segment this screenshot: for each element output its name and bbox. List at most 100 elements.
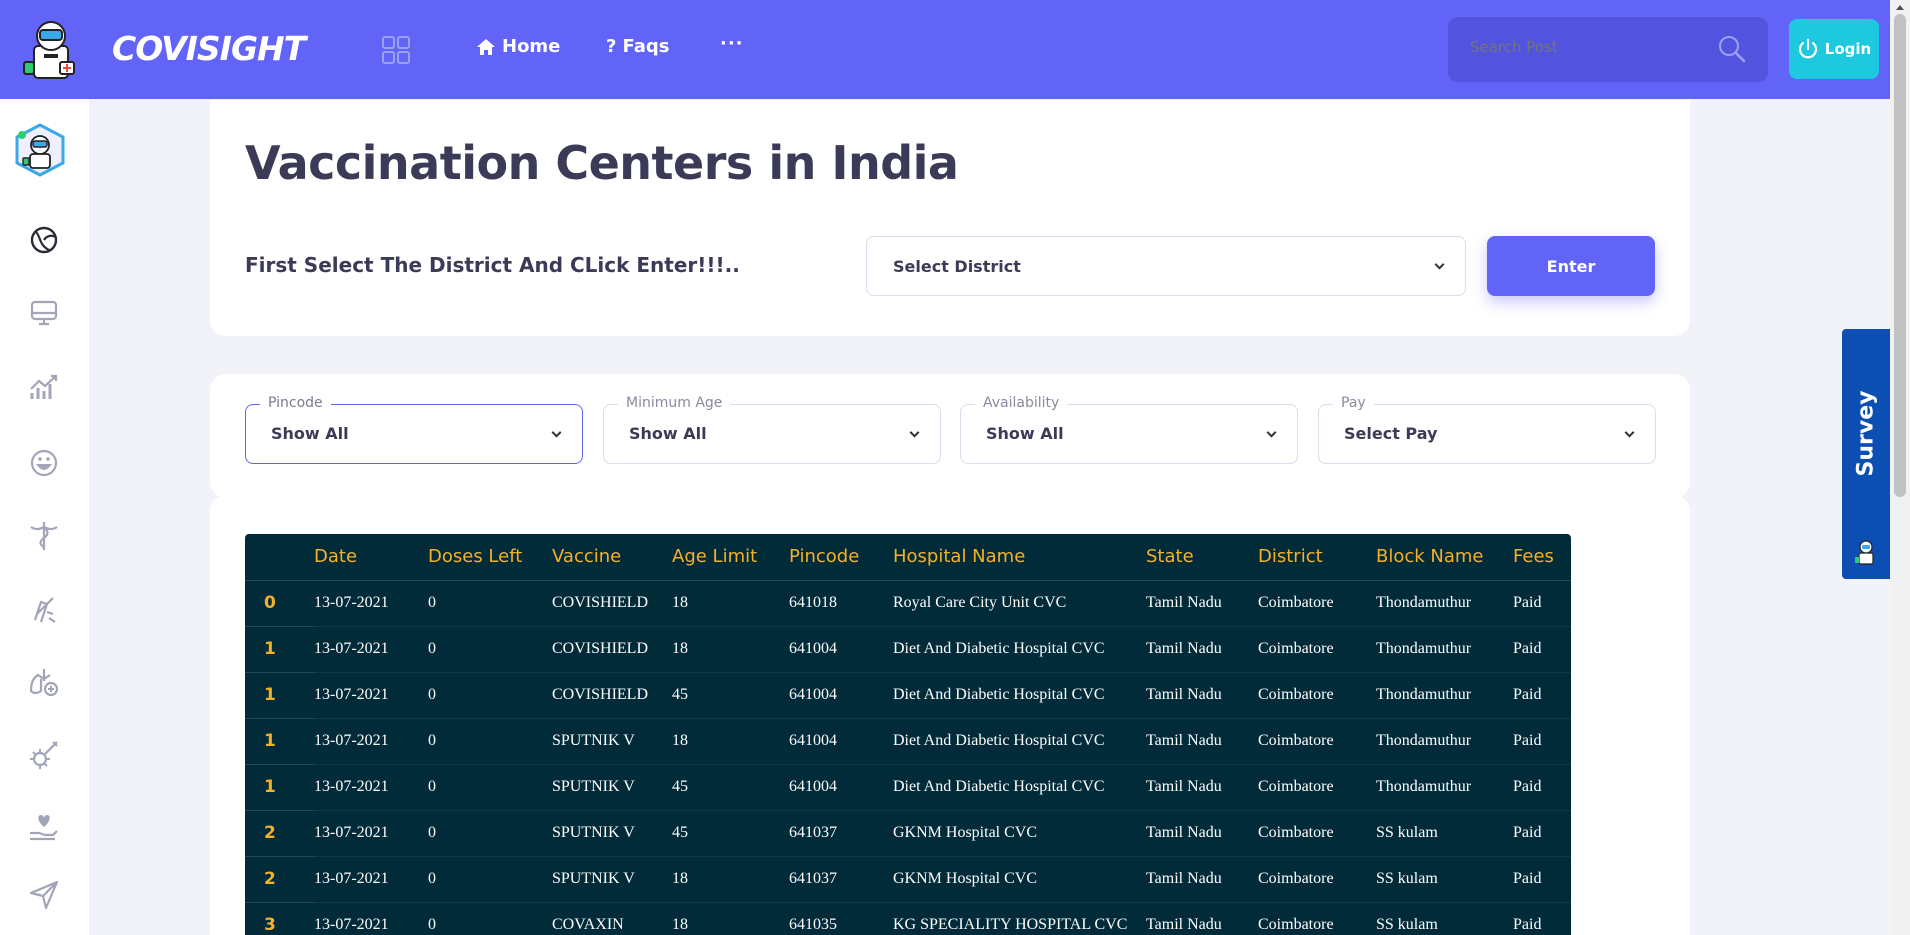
- table-cell: 45: [672, 764, 789, 811]
- caduceus-icon[interactable]: [27, 519, 61, 553]
- table-cell: SPUTNIK V: [552, 810, 672, 857]
- table-cell: Royal Care City Unit CVC: [893, 580, 1146, 627]
- search-box: [1448, 17, 1768, 82]
- table-cell: 45: [672, 672, 789, 719]
- send-icon[interactable]: [27, 878, 61, 912]
- scroll-up-arrow-icon[interactable]: [1896, 5, 1904, 10]
- survey-tab[interactable]: Survey: [1842, 329, 1890, 579]
- virus-syringe-icon[interactable]: [27, 738, 61, 772]
- row-index-cell: 1: [245, 672, 314, 719]
- table-cell: 641004: [789, 672, 893, 719]
- table-row: 1 13-07-2021 0 COVISHIELD 45 641004 Diet And D…: [245, 672, 1571, 719]
- centers-table-container: Date Doses Left Vaccine Age Limit Pincode Hos…: [245, 534, 1571, 935]
- table-cell: 13-07-2021: [314, 902, 428, 935]
- table-cell: SS kulam: [1376, 902, 1513, 935]
- monitor-icon[interactable]: [27, 296, 61, 330]
- left-sidebar: [0, 99, 89, 935]
- instruction-text: First Select The District And CLick Ente…: [245, 253, 740, 277]
- table-cell: 18: [672, 902, 789, 935]
- column-header[interactable]: Vaccine: [552, 534, 672, 581]
- globe-icon[interactable]: [27, 223, 61, 257]
- filters-card: Pincode Show All Minimum Age Show All Av…: [210, 374, 1690, 498]
- login-button[interactable]: Login: [1789, 19, 1879, 79]
- search-input[interactable]: [1470, 38, 1710, 56]
- table-cell: 0: [428, 856, 552, 903]
- nav-home-label: Home: [502, 36, 561, 57]
- table-cell: Tamil Nadu: [1146, 764, 1258, 811]
- column-header[interactable]: Fees: [1513, 534, 1571, 581]
- enter-button[interactable]: Enter: [1487, 236, 1655, 296]
- row-index-cell: 1: [245, 764, 314, 811]
- nav-home-link[interactable]: Home: [476, 36, 560, 57]
- search-icon[interactable]: [1718, 35, 1746, 63]
- row-index-cell: 2: [245, 856, 314, 903]
- column-header[interactable]: [245, 534, 314, 581]
- column-header[interactable]: Pincode: [789, 534, 893, 581]
- microscope-icon[interactable]: [27, 592, 61, 626]
- chart-icon[interactable]: [27, 371, 61, 405]
- pay-filter-select[interactable]: Pay Select Pay: [1318, 395, 1656, 464]
- pincode-filter-select[interactable]: Pincode Show All: [245, 395, 583, 464]
- column-header[interactable]: Date: [314, 534, 428, 581]
- table-cell: 0: [428, 718, 552, 765]
- availability-filter-select[interactable]: Availability Show All: [960, 395, 1298, 464]
- filter-value: Show All: [629, 424, 707, 443]
- apps-grid-icon[interactable]: [381, 35, 411, 65]
- table-cell: 641018: [789, 580, 893, 627]
- row-index-cell: 1: [245, 718, 314, 765]
- mask-icon[interactable]: [27, 446, 61, 480]
- table-cell: Diet And Diabetic Hospital CVC: [893, 672, 1146, 719]
- table-cell: Diet And Diabetic Hospital CVC: [893, 764, 1146, 811]
- minimum-age-filter-select[interactable]: Minimum Age Show All: [603, 395, 941, 464]
- table-cell: Tamil Nadu: [1146, 626, 1258, 673]
- table-cell: Tamil Nadu: [1146, 672, 1258, 719]
- table-cell: Diet And Diabetic Hospital CVC: [893, 626, 1146, 673]
- nav-faqs-label: Faqs: [622, 36, 670, 57]
- district-select-value: Select District: [893, 256, 1021, 276]
- chevron-down-icon: [909, 427, 920, 438]
- row-index-cell: 2: [245, 810, 314, 857]
- page-scrollbar[interactable]: [1890, 0, 1910, 935]
- table-cell: Tamil Nadu: [1146, 580, 1258, 627]
- scroll-thumb[interactable]: [1894, 14, 1906, 497]
- district-select[interactable]: Select District: [866, 236, 1466, 296]
- question-icon: ?: [606, 36, 617, 57]
- heart-hand-icon[interactable]: [27, 809, 61, 843]
- table-row: 1 13-07-2021 0 SPUTNIK V 45 641004 Diet And Di…: [245, 764, 1571, 811]
- lungs-icon[interactable]: [27, 665, 61, 699]
- table-cell: Tamil Nadu: [1146, 856, 1258, 903]
- table-cell: SPUTNIK V: [552, 718, 672, 765]
- table-cell: Paid: [1513, 672, 1571, 719]
- table-row: 2 13-07-2021 0 SPUTNIK V 45 641037 GKNM Hospit…: [245, 810, 1571, 857]
- filter-value: Show All: [986, 424, 1064, 443]
- nav-more-menu[interactable]: ···: [720, 33, 744, 54]
- column-header[interactable]: State: [1146, 534, 1258, 581]
- doctor-logo-icon[interactable]: [20, 18, 80, 80]
- table-row: 1 13-07-2021 0 SPUTNIK V 18 641004 Diet And Di…: [245, 718, 1571, 765]
- row-index-cell: 0: [245, 580, 314, 627]
- table-cell: Tamil Nadu: [1146, 718, 1258, 765]
- table-cell: 13-07-2021: [314, 580, 428, 627]
- column-header[interactable]: District: [1258, 534, 1376, 581]
- table-cell: Tamil Nadu: [1146, 810, 1258, 857]
- table-cell: Paid: [1513, 856, 1571, 903]
- table-cell: Thondamuthur: [1376, 580, 1513, 627]
- table-cell: 641004: [789, 626, 893, 673]
- table-cell: GKNM Hospital CVC: [893, 810, 1146, 857]
- column-header[interactable]: Hospital Name: [893, 534, 1146, 581]
- sidebar-logo-icon[interactable]: [14, 123, 66, 177]
- table-cell: 18: [672, 718, 789, 765]
- column-header[interactable]: Age Limit: [672, 534, 789, 581]
- column-header[interactable]: Doses Left: [428, 534, 552, 581]
- column-header[interactable]: Block Name: [1376, 534, 1513, 581]
- table-cell: Paid: [1513, 902, 1571, 935]
- table-cell: 13-07-2021: [314, 718, 428, 765]
- table-cell: SPUTNIK V: [552, 764, 672, 811]
- chevron-down-icon: [1434, 259, 1445, 270]
- nav-faqs-link[interactable]: ? Faqs: [606, 36, 669, 57]
- table-cell: 18: [672, 856, 789, 903]
- filter-value: Show All: [271, 424, 349, 443]
- brand-name[interactable]: COVISIGHT: [112, 29, 306, 68]
- table-cell: 641037: [789, 856, 893, 903]
- page-title: Vaccination Centers in India: [245, 136, 959, 190]
